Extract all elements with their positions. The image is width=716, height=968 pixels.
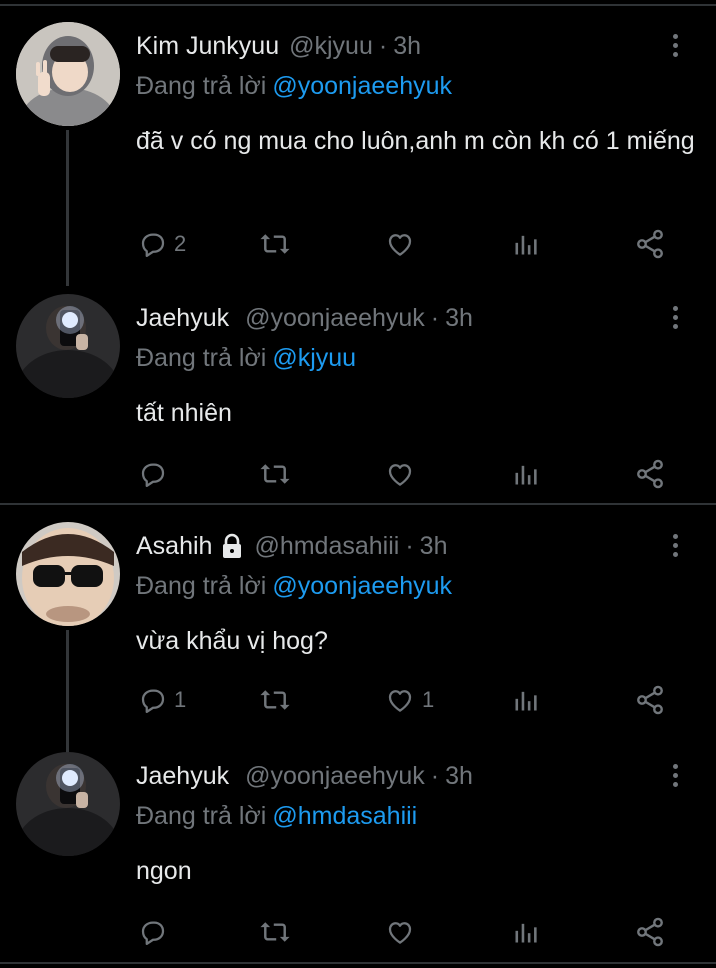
like-button[interactable]	[384, 916, 422, 948]
reply-count: 2	[174, 231, 187, 256]
more-icon[interactable]	[664, 760, 686, 794]
mention-link[interactable]: @yoonjaeehyuk	[272, 72, 452, 100]
display-name[interactable]: Jaehyuk	[136, 762, 229, 791]
avatar[interactable]	[16, 294, 120, 398]
analytics-button[interactable]	[512, 228, 540, 260]
tweet-text: đã v có ng mua cho luôn,anh m còn kh có …	[136, 127, 695, 155]
retweet-icon	[260, 234, 290, 254]
timestamp[interactable]: 3h	[393, 32, 421, 61]
tweet-header: Jaehyuk @yoonjaeehyuk · 3h	[136, 302, 473, 334]
retweet-button[interactable]	[258, 916, 298, 948]
tweet-text: tất nhiên	[136, 399, 232, 427]
avatar[interactable]	[16, 752, 120, 856]
share-button[interactable]	[634, 684, 666, 716]
retweet-button[interactable]	[258, 458, 298, 490]
user-handle[interactable]: @hmdasahiii	[254, 532, 399, 561]
action-bar: 1 1	[136, 684, 696, 716]
user-handle[interactable]: @kjyuu	[289, 32, 373, 61]
bottom-divider	[0, 962, 716, 964]
retweet-icon	[260, 690, 290, 710]
analytics-icon	[515, 465, 537, 485]
share-icon	[637, 459, 663, 489]
like-button[interactable]: 1	[384, 684, 434, 716]
reply-icon	[141, 233, 165, 257]
tweet-text: ngon	[136, 857, 192, 885]
replying-to: Đang trả lời @hmdasahiii	[136, 802, 417, 831]
more-icon[interactable]	[664, 302, 686, 336]
analytics-button[interactable]	[512, 916, 540, 948]
tweet-header: Jaehyuk @yoonjaeehyuk · 3h	[136, 760, 473, 792]
reply-button[interactable]	[138, 916, 174, 948]
avatar[interactable]	[16, 522, 120, 626]
retweet-icon	[260, 464, 290, 484]
thread-divider	[0, 503, 716, 505]
display-name[interactable]: Asahih	[136, 532, 212, 561]
retweet-button[interactable]	[258, 684, 298, 716]
retweet-icon	[260, 922, 290, 942]
thread-connector	[66, 130, 69, 286]
timestamp[interactable]: 3h	[445, 762, 473, 791]
like-button[interactable]	[384, 228, 422, 260]
share-button[interactable]	[634, 458, 666, 490]
more-icon[interactable]	[664, 30, 686, 64]
separator-dot: ·	[378, 31, 388, 60]
like-icon	[388, 234, 412, 256]
analytics-button[interactable]	[512, 684, 540, 716]
top-divider	[0, 4, 716, 6]
replying-to-label: Đang trả lời	[136, 802, 267, 830]
analytics-button[interactable]	[512, 458, 540, 490]
share-button[interactable]	[634, 916, 666, 948]
reply-button[interactable]: 1	[138, 684, 186, 716]
retweet-button[interactable]	[258, 228, 298, 260]
replying-to-label: Đang trả lời	[136, 344, 267, 372]
replying-to: Đang trả lời @yoonjaeehyuk	[136, 72, 452, 101]
action-bar	[136, 458, 696, 490]
replying-to: Đang trả lời @yoonjaeehyuk	[136, 572, 452, 601]
tweet-header: Asahih @hmdasahiii · 3h	[136, 530, 447, 562]
thread-connector	[66, 630, 69, 754]
like-button[interactable]	[384, 458, 422, 490]
analytics-icon	[515, 923, 537, 943]
user-handle[interactable]: @yoonjaeehyuk	[245, 762, 425, 791]
display-name[interactable]: Kim Junkyuu	[136, 32, 279, 61]
separator-dot: ·	[430, 761, 440, 790]
display-name[interactable]: Jaehyuk	[136, 304, 229, 333]
reply-icon	[141, 463, 165, 487]
separator-dot: ·	[430, 303, 440, 332]
replying-to: Đang trả lời @kjyuu	[136, 344, 356, 373]
replying-to-label: Đang trả lời	[136, 72, 267, 100]
share-icon	[637, 229, 663, 259]
analytics-icon	[515, 235, 537, 255]
avatar[interactable]	[16, 22, 120, 126]
timestamp[interactable]: 3h	[445, 304, 473, 333]
mention-link[interactable]: @hmdasahiii	[272, 802, 417, 830]
like-icon	[388, 690, 412, 712]
share-button[interactable]	[634, 228, 666, 260]
tweet-header: Kim Junkyuu @kjyuu · 3h	[136, 30, 421, 62]
more-icon[interactable]	[664, 530, 686, 564]
mention-link[interactable]: @kjyuu	[272, 344, 356, 372]
share-icon	[637, 685, 663, 715]
timestamp[interactable]: 3h	[420, 532, 448, 561]
reply-button[interactable]: 2	[138, 228, 186, 260]
analytics-icon	[515, 691, 537, 711]
action-bar: 2	[136, 228, 696, 260]
replying-to-label: Đang trả lời	[136, 572, 267, 600]
mention-link[interactable]: @yoonjaeehyuk	[272, 572, 452, 600]
user-handle[interactable]: @yoonjaeehyuk	[245, 304, 425, 333]
reply-icon	[141, 921, 165, 945]
like-icon	[388, 922, 412, 944]
like-icon	[388, 464, 412, 486]
like-count: 1	[422, 687, 435, 712]
share-icon	[637, 917, 663, 947]
action-bar	[136, 916, 696, 948]
tweet-text: vừa khẩu vị hog?	[136, 627, 328, 655]
separator-dot: ·	[405, 531, 414, 560]
lock-icon	[220, 533, 244, 559]
reply-count: 1	[174, 687, 187, 712]
reply-button[interactable]	[138, 458, 174, 490]
reply-icon	[141, 689, 165, 713]
